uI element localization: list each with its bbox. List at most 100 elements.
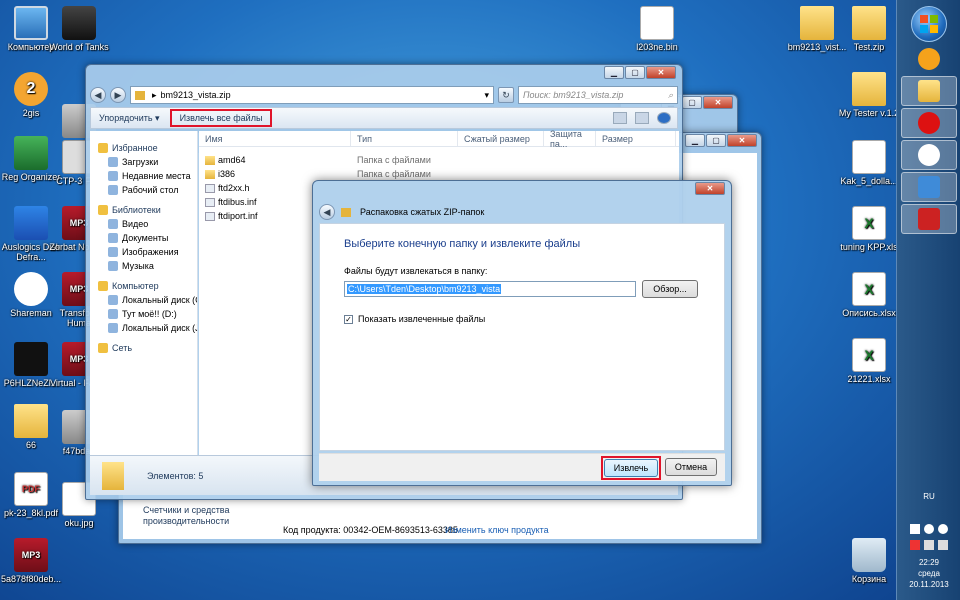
clock-date: 20.11.2013 xyxy=(909,580,949,589)
mp3-icon: MP3 xyxy=(14,538,48,572)
taskbar-app[interactable] xyxy=(901,204,957,234)
address-bar[interactable]: ▸ bm9213_vista.zip ▾ xyxy=(130,86,494,104)
clock-time[interactable]: 22:29 xyxy=(897,558,960,567)
nav-item[interactable]: Загрузки xyxy=(94,155,197,169)
change-key-link[interactable]: Изменить ключ продукта xyxy=(445,525,549,535)
desktop-right-icon-3[interactable]: My Tester v.1.2 xyxy=(838,72,900,118)
help-icon[interactable] xyxy=(657,112,671,124)
file-row[interactable]: i386 Папка с файлами xyxy=(199,167,679,181)
search-input[interactable]: Поиск: bm9213_vista.zip ⌕ xyxy=(518,86,678,104)
warning-icon[interactable] xyxy=(910,540,920,550)
cancel-button[interactable]: Отмена xyxy=(665,458,717,476)
preview-pane-icon[interactable] xyxy=(635,112,649,124)
browse-button[interactable]: Обзор... xyxy=(642,280,698,298)
desktop-left-icon-16[interactable]: MP3 5a878f80deb... xyxy=(0,538,62,584)
close-button[interactable]: ✕ xyxy=(727,134,757,147)
taskbar-explorer[interactable] xyxy=(901,76,957,106)
taskbar-shareman[interactable] xyxy=(901,140,957,170)
refresh-button[interactable]: ↻ xyxy=(498,87,514,103)
start-button[interactable] xyxy=(911,6,947,42)
file-icon xyxy=(205,212,215,222)
extract-all-button[interactable]: Извлечь все файлы xyxy=(169,109,273,127)
search-placeholder: Поиск: bm9213_vista.zip xyxy=(523,90,624,100)
desktop-right-icon-7[interactable]: X 21221.xlsx xyxy=(838,338,900,384)
minimize-button[interactable]: ▁ xyxy=(604,66,624,79)
file-row[interactable]: amd64 Папка с файлами xyxy=(199,153,679,167)
group-icon xyxy=(98,143,108,153)
desktop-right-icon-8[interactable]: Корзина xyxy=(838,538,900,584)
taskbar-avast[interactable] xyxy=(901,44,957,74)
desktop-right-icon-2[interactable]: Test.zip xyxy=(838,6,900,52)
nav-item[interactable]: Музыка xyxy=(94,259,197,273)
taskbar-opera[interactable] xyxy=(901,108,957,138)
desktop-icon-label: Kak_5_dolla... xyxy=(840,176,898,186)
product-code: Код продукта: 00342-OEM-8693513-63385 xyxy=(283,525,458,535)
nav-item[interactable]: Библиотеки xyxy=(94,203,197,217)
back-button[interactable]: ◀ xyxy=(90,87,106,103)
minimize-button[interactable]: ▁ xyxy=(685,134,705,147)
column-header[interactable]: Тип xyxy=(351,131,458,146)
column-header[interactable]: Защита па... xyxy=(544,129,596,149)
nav-item-label: Загрузки xyxy=(122,157,159,167)
show-files-checkbox[interactable]: ✓ xyxy=(344,314,353,324)
column-header[interactable]: Сжатый размер xyxy=(458,131,544,146)
desktop-right-icon-4[interactable]: Kak_5_dolla... xyxy=(838,140,900,186)
close-button[interactable]: ✕ xyxy=(695,182,725,195)
nav-item[interactable]: Тут моё!! (D:) xyxy=(94,307,197,321)
desktop-right-icon-0[interactable]: l203ne.bin xyxy=(626,6,688,52)
2gis-icon: 2 xyxy=(14,72,48,106)
nav-item[interactable]: Документы xyxy=(94,231,197,245)
zip-folder-icon xyxy=(102,461,124,490)
nav-item[interactable]: Недавние места xyxy=(94,169,197,183)
column-header[interactable]: Имя xyxy=(199,131,351,146)
back-button[interactable]: ◀ xyxy=(319,204,335,220)
language-indicator[interactable]: RU xyxy=(897,492,960,501)
nav-item[interactable]: Компьютер xyxy=(94,279,197,293)
maximize-button[interactable]: ▢ xyxy=(706,134,726,147)
folder-icon xyxy=(918,80,940,102)
counters-link[interactable]: Счетчики и средства производительности xyxy=(143,505,263,527)
flag-icon[interactable] xyxy=(910,524,920,534)
organize-button[interactable]: Упорядочить ▾ xyxy=(99,113,160,124)
desktop-right-icon-6[interactable]: X Описись.xlsx xyxy=(838,272,900,318)
tray-icons-2 xyxy=(897,540,960,550)
extract-dialog[interactable]: ✕ ◀ Распаковка сжатых ZIP-папок Выберите… xyxy=(312,180,732,486)
maximize-button[interactable]: ▢ xyxy=(682,96,702,109)
nav-item[interactable]: Локальный диск (J: xyxy=(94,321,197,335)
file-name: i386 xyxy=(218,168,236,179)
view-options-icon[interactable] xyxy=(613,112,627,124)
search-icon: ⌕ xyxy=(667,89,673,100)
network-icon[interactable] xyxy=(924,540,934,550)
nav-item[interactable]: Сеть xyxy=(94,341,197,355)
location-icon xyxy=(108,219,118,229)
column-headers: Имя Тип Сжатый размер Защита па... Размер xyxy=(199,129,679,149)
nav-item-label: Библиотеки xyxy=(112,205,161,215)
taskbar-control-panel[interactable] xyxy=(901,172,957,202)
forward-button[interactable]: ▶ xyxy=(110,87,126,103)
navigation-pane: Избранное Загрузки Недавние места Рабочий с… xyxy=(90,131,198,457)
file-name: ftdibus.inf xyxy=(218,196,257,207)
nav-item[interactable]: Видео xyxy=(94,217,197,231)
zip-folder-icon xyxy=(135,90,145,100)
nav-item[interactable]: Рабочий стол xyxy=(94,183,197,197)
extract-button[interactable]: Извлечь xyxy=(604,459,658,477)
column-header[interactable]: Размер xyxy=(596,131,676,146)
dropdown-arrow-icon[interactable]: ▾ xyxy=(484,90,493,101)
maximize-button[interactable]: ▢ xyxy=(625,66,645,79)
nav-item[interactable]: Избранное xyxy=(94,141,197,155)
nav-item-label: Документы xyxy=(122,233,169,243)
desktop-left-icon-1[interactable]: World of Tanks xyxy=(48,6,110,52)
close-button[interactable]: ✕ xyxy=(703,96,733,109)
desktop-right-icon-5[interactable]: Xtuning KPP.xls xyxy=(838,206,900,252)
info-icon[interactable] xyxy=(938,524,948,534)
destination-path-input[interactable]: C:\Users\Tden\Desktop\bm9213_vista xyxy=(344,281,636,297)
nav-item[interactable]: Локальный диск (C: xyxy=(94,293,197,307)
shareman-tray-icon[interactable] xyxy=(924,524,934,534)
volume-icon[interactable] xyxy=(938,540,948,550)
image-icon xyxy=(14,342,48,376)
pdf-icon: PDF xyxy=(14,472,48,506)
group-icon xyxy=(98,343,108,353)
close-button[interactable]: ✕ xyxy=(646,66,676,79)
nav-item[interactable]: Изображения xyxy=(94,245,197,259)
nav-item-label: Музыка xyxy=(122,261,154,271)
